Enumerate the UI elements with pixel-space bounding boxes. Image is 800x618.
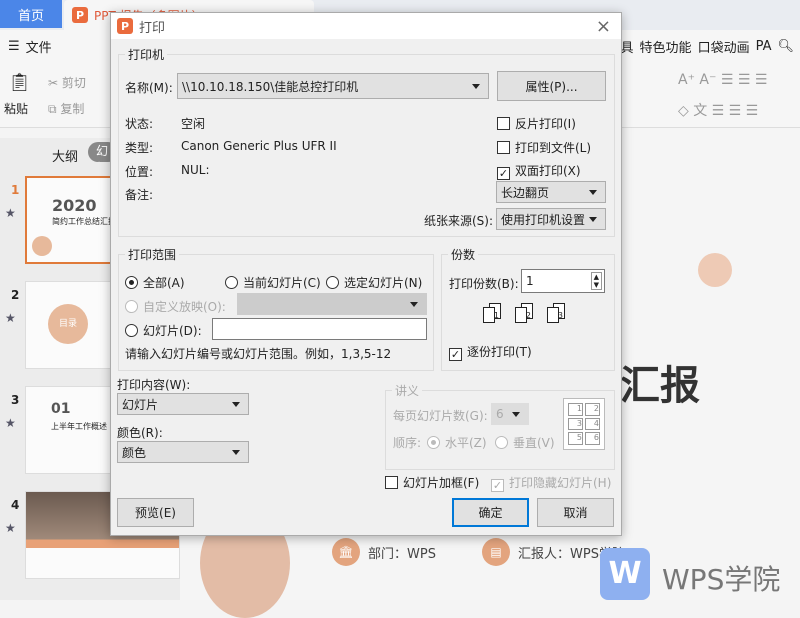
copy-button[interactable]: ⧉ 复制 bbox=[48, 100, 84, 117]
status-value: 空闲 bbox=[181, 115, 205, 132]
slides-range-input[interactable] bbox=[212, 318, 427, 340]
slide-number: 4 bbox=[11, 498, 19, 512]
paste-icon[interactable]: 📋︎ bbox=[8, 72, 31, 93]
handout-layout-preview: 12 34 56 bbox=[563, 398, 605, 450]
group-legend: 打印机 bbox=[125, 46, 167, 63]
collate-illustration: 1 2 3 bbox=[483, 303, 573, 331]
duplex-checkbox[interactable]: ✓双面打印(X) bbox=[497, 162, 581, 180]
per-page-label: 每页幻灯片数(G): bbox=[393, 407, 488, 424]
menu-features[interactable]: 特色功能 bbox=[640, 37, 692, 56]
watermark: WPS学院 bbox=[662, 558, 780, 598]
ppt-icon: P bbox=[72, 7, 88, 23]
printer-name-select[interactable]: \\10.10.18.150\佳能总控打印机 bbox=[177, 73, 489, 99]
range-custom-radio: 自定义放映(O): bbox=[125, 298, 226, 315]
range-current-radio[interactable]: 当前幻灯片(C) bbox=[225, 274, 321, 291]
menu-pa[interactable]: PA bbox=[756, 39, 772, 54]
where-label: 位置: bbox=[125, 163, 153, 180]
print-content-select[interactable]: 幻灯片 bbox=[117, 393, 249, 415]
menu-pocket-animation[interactable]: 口袋动画 bbox=[698, 37, 750, 56]
cut-button[interactable]: ✂ 剪切 bbox=[48, 74, 86, 91]
star-icon: ★ bbox=[5, 311, 16, 325]
bank-icon: 🏛︎ bbox=[332, 538, 360, 566]
group-legend: 打印范围 bbox=[125, 246, 179, 263]
duplex-mode-select[interactable]: 长边翻页 bbox=[496, 181, 606, 203]
copies-label: 打印份数(B): bbox=[449, 275, 519, 292]
print-to-file-checkbox[interactable]: 打印到文件(L) bbox=[497, 139, 591, 156]
dialog-title: 打印 bbox=[139, 17, 165, 36]
print-hidden-checkbox: ✓打印隐藏幻灯片(H) bbox=[491, 474, 611, 492]
star-icon: ★ bbox=[5, 521, 16, 535]
reverse-print-checkbox[interactable]: 反片打印(I) bbox=[497, 115, 576, 132]
slide-number: 2 bbox=[11, 288, 19, 302]
align-buttons[interactable]: ◇ 文 ☰ ☰ ☰ bbox=[678, 100, 758, 120]
order-horizontal-radio: 水平(Z) bbox=[427, 434, 487, 451]
copies-stepper[interactable]: ▲▼ bbox=[591, 272, 602, 290]
range-selection-radio[interactable]: 选定幻灯片(N) bbox=[326, 274, 422, 291]
close-button[interactable]: × bbox=[596, 16, 611, 37]
wps-logo-icon: W bbox=[600, 548, 650, 600]
where-value: NUL: bbox=[181, 163, 210, 177]
comment-label: 备注: bbox=[125, 186, 153, 203]
star-icon: ★ bbox=[5, 206, 16, 220]
paste-button[interactable]: 粘贴 bbox=[4, 100, 28, 117]
status-label: 状态: bbox=[125, 115, 153, 132]
color-label: 颜色(R): bbox=[117, 424, 163, 441]
slide-number: 1 bbox=[11, 183, 19, 197]
per-page-select: 6 bbox=[491, 403, 529, 425]
ok-button[interactable]: 确定 bbox=[452, 498, 529, 527]
order-vertical-radio: 垂直(V) bbox=[495, 434, 555, 451]
frame-slides-checkbox[interactable]: 幻灯片加框(F) bbox=[385, 474, 479, 491]
decor-circle bbox=[698, 253, 732, 287]
slide-title: 汇报 bbox=[620, 353, 700, 411]
paper-source-select[interactable]: 使用打印机设置 bbox=[496, 208, 606, 230]
search-icon[interactable]: 🔍︎ bbox=[777, 39, 794, 54]
document-icon: ▤ bbox=[482, 538, 510, 566]
preview-button[interactable]: 预览(E) bbox=[117, 498, 194, 527]
ppt-icon: P bbox=[117, 18, 133, 34]
printer-name-label: 名称(M): bbox=[125, 79, 173, 96]
copies-input[interactable]: 1▲▼ bbox=[521, 269, 605, 293]
cancel-button[interactable]: 取消 bbox=[537, 498, 614, 527]
dialog-titlebar: P 打印 × bbox=[111, 13, 621, 39]
tab-home[interactable]: 首页 bbox=[0, 0, 62, 28]
menu-icon[interactable]: ☰ bbox=[8, 39, 20, 54]
dept-text: 部门：WPS bbox=[368, 543, 436, 562]
file-menu[interactable]: 文件 bbox=[26, 37, 52, 56]
print-content-label: 打印内容(W): bbox=[117, 376, 190, 393]
star-icon: ★ bbox=[5, 416, 16, 430]
range-hint: 请输入幻灯片编号或幻灯片范围。例如，1,3,5-12 bbox=[125, 345, 391, 362]
group-legend: 份数 bbox=[448, 246, 478, 263]
range-slides-radio[interactable]: 幻灯片(D): bbox=[125, 322, 202, 339]
print-dialog: P 打印 × 打印机 名称(M): \\10.10.18.150\佳能总控打印机 属… bbox=[110, 12, 622, 536]
type-value: Canon Generic Plus UFR II bbox=[181, 139, 337, 153]
group-legend: 讲义 bbox=[392, 382, 422, 399]
slide-number: 3 bbox=[11, 393, 19, 407]
paper-source-label: 纸张来源(S): bbox=[424, 212, 493, 229]
range-all-radio[interactable]: 全部(A) bbox=[125, 274, 185, 291]
font-size-buttons[interactable]: A⁺ A⁻ ☰ ☰ ☰ bbox=[678, 72, 767, 88]
properties-button[interactable]: 属性(P)... bbox=[497, 71, 606, 101]
custom-show-select bbox=[237, 293, 427, 315]
collate-checkbox[interactable]: ✓逐份打印(T) bbox=[449, 343, 532, 361]
tab-outline[interactable]: 大纲 bbox=[52, 146, 78, 165]
color-select[interactable]: 颜色 bbox=[117, 441, 249, 463]
type-label: 类型: bbox=[125, 139, 153, 156]
order-label: 顺序: bbox=[393, 434, 421, 451]
